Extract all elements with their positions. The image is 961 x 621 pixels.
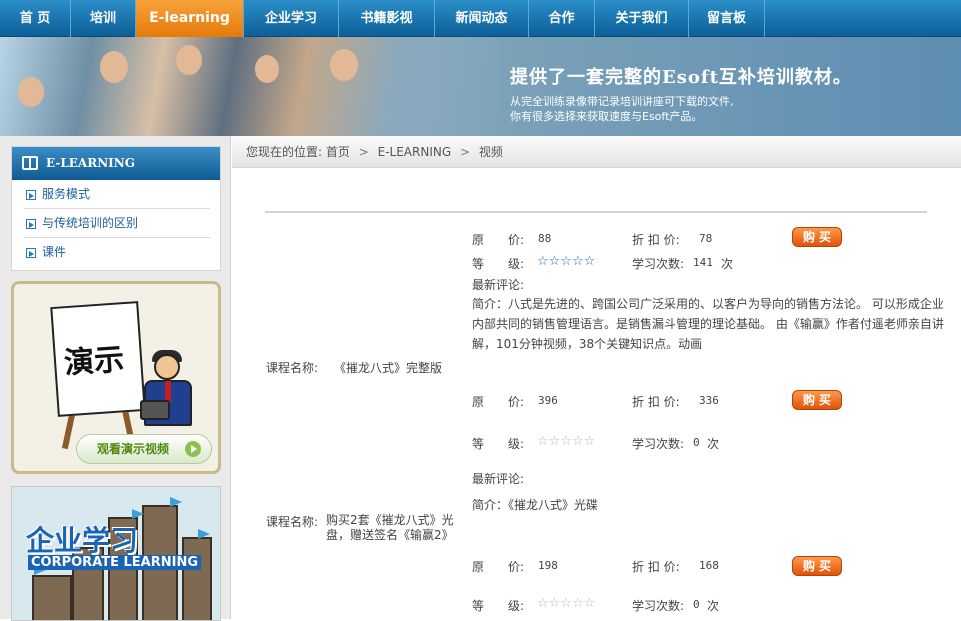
nav-item-home[interactable]: 首 页 (0, 0, 71, 37)
buy-button[interactable]: 购买 (792, 556, 842, 576)
discount-price-value: 78 (699, 232, 713, 245)
nav-item-elearning[interactable]: E-learning (136, 0, 244, 37)
sidebar-menu: E-LEARNING 服务模式 与传统培训的区别 课件 (11, 146, 221, 271)
discount-price-value: 336 (699, 394, 719, 407)
nav-item-training[interactable]: 培训 (71, 0, 136, 37)
rating-stars: ☆☆☆☆☆ (537, 254, 596, 269)
study-count-label: 学习次数: (632, 599, 685, 613)
book-icon (22, 156, 38, 170)
orig-price-label: 原 价: (472, 395, 525, 409)
study-count-unit: 次 (707, 599, 720, 613)
breadcrumb-current: 视频 (478, 145, 503, 159)
course-name-label: 课程名称: (266, 515, 319, 529)
nav-item-news[interactable]: 新闻动态 (435, 0, 529, 37)
arrow-right-icon (26, 248, 36, 258)
sidebar-item-service-mode[interactable]: 服务模式 (24, 180, 210, 209)
banner: 提供了一套完整的Esoft互补培训教材。 从完全训练录像带记录培训讲座可下载的文… (0, 37, 961, 136)
study-count-label: 学习次数: (632, 437, 685, 451)
study-count-label: 学习次数: (632, 257, 685, 271)
watch-demo-label: 观看演示视频 (97, 442, 170, 456)
sidebar-item-label: 与传统培训的区别 (42, 216, 139, 230)
banner-subtitle-2: 你有很多选择来获取速度与Esoft产品。 (510, 110, 703, 123)
breadcrumb-separator: > (459, 145, 471, 159)
demo-video-panel[interactable]: 演示 观看演示视频 (11, 281, 221, 474)
sidebar: E-LEARNING 服务模式 与传统培训的区别 课件 演示 观看演示视频 企业… (0, 136, 231, 621)
watch-demo-button[interactable]: 观看演示视频 (76, 434, 212, 464)
nav-item-cooperation[interactable]: 合作 (529, 0, 595, 37)
corp-learning-subtitle: CORPORATE LEARNING (28, 555, 202, 570)
breadcrumb-elearning[interactable]: E-LEARNING (378, 145, 452, 159)
orig-price-value: 396 (538, 394, 558, 407)
breadcrumb: 您现在的位置: 首页 > E-LEARNING > 视频 (232, 136, 961, 168)
level-label: 等 级: (472, 257, 525, 271)
sidebar-item-courseware[interactable]: 课件 (24, 238, 210, 267)
sidebar-heading: E-LEARNING (12, 147, 220, 180)
rating-stars: ☆☆☆☆☆ (537, 434, 596, 449)
sidebar-item-label: 课件 (42, 245, 67, 259)
nav-item-about[interactable]: 关于我们 (595, 0, 689, 37)
sidebar-heading-label: E-LEARNING (46, 156, 136, 170)
course-intro: 简介：八式是先进的、跨国公司广泛采用的、以客户为导向的销售方法论。 可以形成企业… (472, 297, 944, 351)
corporate-learning-panel[interactable]: 企业学习 CORPORATE LEARNING (11, 486, 221, 621)
discount-price-label: 折 扣 价: (632, 395, 680, 409)
orig-price-label: 原 价: (472, 560, 525, 574)
nav-item-guestbook[interactable]: 留言板 (689, 0, 765, 37)
course-list: 原 价: 88 折 扣 价: 78 购买 等 级: ☆☆☆☆☆ 学习次数: 14… (232, 169, 961, 619)
arrow-right-icon (26, 190, 36, 200)
orig-price-label: 原 价: (472, 233, 525, 247)
play-icon (185, 441, 201, 457)
sidebar-item-difference[interactable]: 与传统培训的区别 (24, 209, 210, 238)
breadcrumb-prefix: 您现在的位置: (246, 145, 323, 159)
course-name[interactable]: 购买2套《摧龙八式》光盘，赠送签名《输赢2》 (326, 513, 466, 543)
presentation-board: 演示 (50, 301, 146, 417)
corp-learning-title: 企业学习 (26, 524, 139, 557)
level-label: 等 级: (472, 599, 525, 613)
nav-item-books-video[interactable]: 书籍影视 (339, 0, 435, 37)
latest-review-label: 最新评论: (472, 472, 525, 486)
study-count-value: 0 (693, 436, 700, 449)
study-count-unit: 次 (707, 437, 720, 451)
banner-title: 提供了一套完整的Esoft互补培训教材。 (510, 67, 852, 88)
rating-stars: ☆☆☆☆☆ (537, 596, 596, 611)
discount-price-value: 168 (699, 559, 719, 572)
top-nav: 首 页 培训 E-learning 企业学习 书籍影视 新闻动态 合作 关于我们… (0, 0, 961, 37)
nav-item-enterprise-learning[interactable]: 企业学习 (244, 0, 339, 37)
arrow-right-icon (26, 219, 36, 229)
banner-subtitle-1: 从完全训练录像带记录培训讲座可下载的文件, (510, 95, 734, 108)
orig-price-value: 198 (538, 559, 558, 572)
course-intro: 简介：《摧龙八式》光碟 (472, 498, 599, 512)
level-label: 等 级: (472, 437, 525, 451)
divider (265, 211, 927, 213)
sidebar-item-label: 服务模式 (42, 187, 91, 201)
buy-button[interactable]: 购买 (792, 390, 842, 410)
breadcrumb-separator: > (358, 145, 369, 159)
discount-price-label: 折 扣 价: (632, 233, 680, 247)
board-text: 演示 (63, 342, 126, 382)
discount-price-label: 折 扣 价: (632, 560, 680, 574)
buy-button[interactable]: 购买 (792, 227, 842, 247)
course-name[interactable]: 《摧龙八式》完整版 (334, 359, 442, 376)
orig-price-value: 88 (538, 232, 552, 245)
breadcrumb-home[interactable]: 首页 (326, 145, 350, 159)
course-name-label: 课程名称: (266, 361, 319, 375)
study-count-value: 141 (693, 256, 713, 269)
study-count-unit: 次 (721, 257, 734, 271)
banner-photo (0, 37, 500, 136)
latest-review-label: 最新评论: (472, 278, 525, 292)
study-count-value: 0 (693, 598, 700, 611)
